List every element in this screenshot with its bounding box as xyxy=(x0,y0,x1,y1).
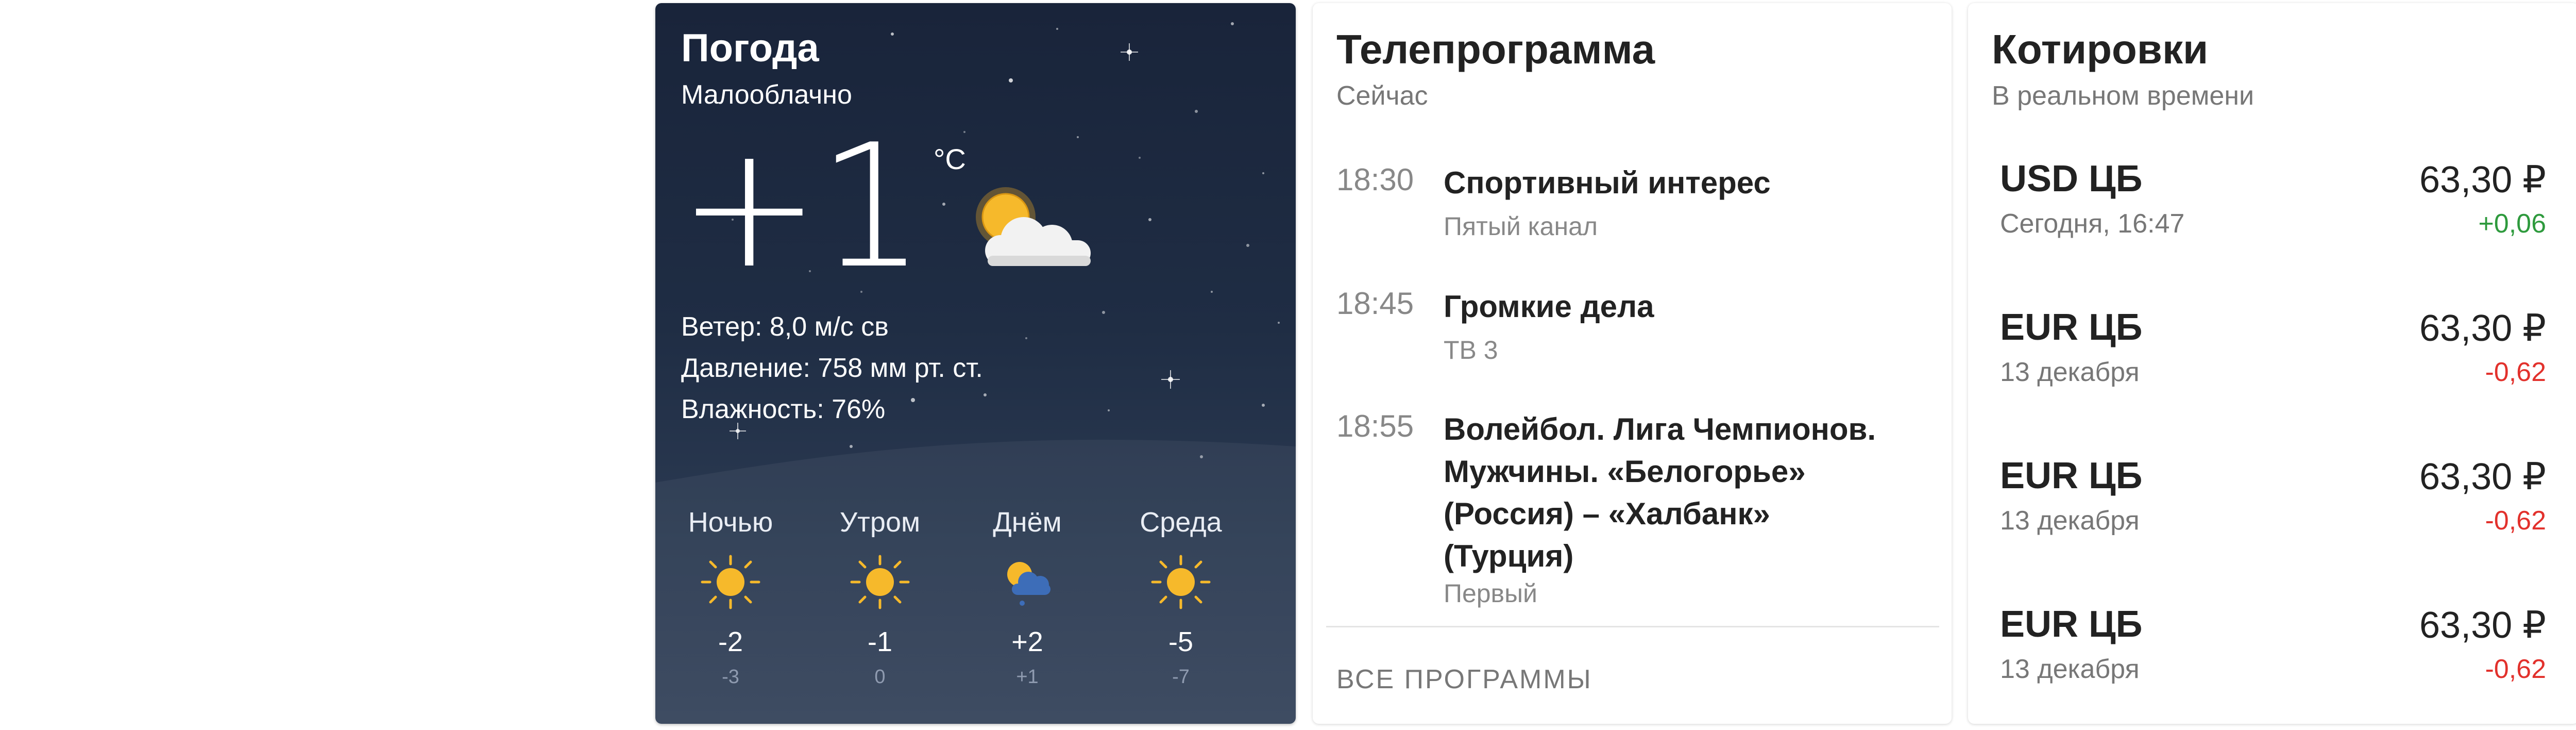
sun-icon xyxy=(1151,555,1211,609)
forecast-label: Ночью xyxy=(688,507,773,538)
quote-row[interactable]: USD ЦБ Сегодня, 16:47 63,30 ₽ +0,06 xyxy=(2000,158,2546,261)
quotes-title: Котировки xyxy=(1992,26,2209,72)
weather-card[interactable]: Погода Малооблачно +1 °C Ветер: 8,0 м/с … xyxy=(655,3,1296,724)
program-name: Волейбол. Лига Чемпионов. Мужчины. «Бело… xyxy=(1444,412,1876,573)
divider xyxy=(1326,626,1939,627)
quote-row[interactable]: EUR ЦБ 13 декабря 63,30 ₽ -0,62 xyxy=(2000,603,2546,706)
tv-program-card: Телепрограмма Сейчас 18:30 Спортивный ин… xyxy=(1313,3,1952,724)
forecast-temperature-feels: 0 xyxy=(874,666,886,688)
forecast-temperature-feels: -3 xyxy=(722,666,739,688)
quote-value: 63,30 ₽ xyxy=(2419,159,2546,201)
currency-name: EUR ЦБ xyxy=(2000,455,2143,496)
tv-program-item[interactable]: 18:30 Спортивный интерес Пятый канал xyxy=(1336,162,1929,255)
quote-change: +0,06 xyxy=(2478,209,2546,239)
forecast-strip: Ночью -2 -3 Утром -1 0 Днём +2 +1 Среда … xyxy=(655,506,1296,702)
quote-row[interactable]: EUR ЦБ 13 декабря 63,30 ₽ -0,62 xyxy=(2000,306,2546,409)
weather-title: Погода xyxy=(681,26,819,70)
all-programs-link[interactable]: ВСЕ ПРОГРАММЫ xyxy=(1336,664,1592,695)
quote-date: 13 декабря xyxy=(2000,357,2140,387)
program-time: 18:45 xyxy=(1336,286,1414,321)
forecast-item[interactable]: Ночью -2 -3 xyxy=(669,506,792,688)
program-channel: ТВ 3 xyxy=(1444,336,1498,364)
forecast-item[interactable]: Утром -1 0 xyxy=(818,506,942,688)
forecast-temperature: -1 xyxy=(867,626,892,657)
sun-icon xyxy=(701,555,760,609)
forecast-temperature: -5 xyxy=(1168,626,1193,657)
tv-program-item[interactable]: 18:55 Волейбол. Лига Чемпионов. Мужчины.… xyxy=(1336,408,1929,615)
weather-condition: Малооблачно xyxy=(681,80,852,110)
sun-icon xyxy=(850,555,910,609)
quote-date: 13 декабря xyxy=(2000,654,2140,684)
forecast-label: Среда xyxy=(1140,507,1222,538)
forecast-item[interactable]: Среда -5 -7 xyxy=(1119,506,1243,688)
forecast-label: Утром xyxy=(839,507,921,538)
quote-value: 63,30 ₽ xyxy=(2419,308,2546,349)
humidity-info: Влажность: 76% xyxy=(681,394,886,424)
temperature-unit: °C xyxy=(934,143,966,175)
forecast-temperature-feels: +1 xyxy=(1016,666,1039,688)
quote-row[interactable]: EUR ЦБ 13 декабря 63,30 ₽ -0,62 xyxy=(2000,455,2546,558)
quote-change: -0,62 xyxy=(2485,654,2546,684)
sun-cloud-snow-icon xyxy=(1007,562,1050,606)
forecast-temperature-feels: -7 xyxy=(1172,666,1190,688)
program-channel: Пятый канал xyxy=(1444,212,1598,241)
wind-info: Ветер: 8,0 м/с св xyxy=(681,312,889,342)
currency-name: USD ЦБ xyxy=(2000,158,2143,200)
forecast-item[interactable]: Днём +2 +1 xyxy=(965,506,1089,688)
currency-name: EUR ЦБ xyxy=(2000,307,2143,348)
program-time: 18:30 xyxy=(1336,162,1414,197)
program-time: 18:55 xyxy=(1336,409,1414,443)
forecast-temperature: -2 xyxy=(718,626,743,657)
quote-value: 63,30 ₽ xyxy=(2419,456,2546,497)
quote-date: 13 декабря xyxy=(2000,506,2140,536)
quote-change: -0,62 xyxy=(2485,357,2546,387)
forecast-temperature: +2 xyxy=(1011,626,1043,657)
forecast-label: Днём xyxy=(993,507,1062,538)
current-temperature: +1 xyxy=(678,108,925,306)
partly-cloudy-sun-icon xyxy=(976,187,1091,266)
quotes-subtitle: В реальном времени xyxy=(1992,81,2255,111)
program-name: Громкие дела xyxy=(1444,289,1654,324)
tv-program-item[interactable]: 18:45 Громкие дела ТВ 3 xyxy=(1336,286,1929,378)
tv-subtitle: Сейчас xyxy=(1336,81,1428,111)
quote-change: -0,62 xyxy=(2485,506,2546,536)
pressure-info: Давление: 758 мм рт. ст. xyxy=(681,353,983,383)
program-channel: Первый xyxy=(1444,579,1537,608)
program-name: Спортивный интерес xyxy=(1444,165,1771,200)
quote-value: 63,30 ₽ xyxy=(2419,605,2546,646)
quotes-card: Котировки В реальном времени USD ЦБ Сего… xyxy=(1968,3,2576,724)
currency-name: EUR ЦБ xyxy=(2000,604,2143,645)
tv-title: Телепрограмма xyxy=(1336,26,1655,72)
quote-date: Сегодня, 16:47 xyxy=(2000,209,2185,239)
